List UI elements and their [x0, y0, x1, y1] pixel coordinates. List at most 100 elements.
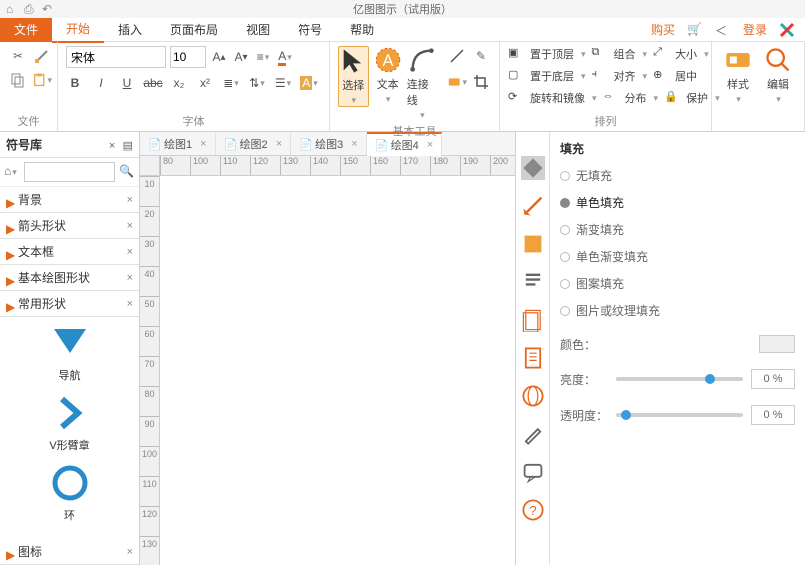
color-swatch[interactable]: [759, 335, 795, 353]
help-tab-icon[interactable]: ?: [521, 498, 545, 522]
edit-tab-icon[interactable]: [521, 422, 545, 446]
italic-button[interactable]: I: [92, 74, 110, 92]
ruler-origin[interactable]: [140, 156, 160, 176]
bring-front-label[interactable]: 置于顶层: [530, 46, 574, 62]
horizontal-ruler[interactable]: 80100110120130140150160170180190200: [160, 156, 515, 176]
cat-text-box[interactable]: ▶文本框×: [0, 239, 139, 265]
vertical-ruler[interactable]: 102030405060708090100110120130140: [140, 176, 160, 565]
copy-icon[interactable]: [8, 70, 28, 90]
qa-print-icon[interactable]: ⎙: [24, 2, 38, 16]
brightness-slider[interactable]: [616, 377, 743, 381]
group-icon[interactable]: ⧉: [592, 46, 608, 62]
line-icon[interactable]: [447, 46, 467, 66]
fill-opt-none[interactable]: 无填充: [560, 167, 795, 184]
text-color-icon[interactable]: A▾: [276, 48, 294, 66]
qa-undo-icon[interactable]: ↶: [42, 2, 56, 16]
close-icon[interactable]: ×: [427, 139, 433, 151]
bullets-icon[interactable]: ≣▾: [222, 74, 240, 92]
align-icon[interactable]: ⫞: [592, 68, 608, 84]
font-family-select[interactable]: [66, 46, 166, 68]
size-label[interactable]: 大小: [675, 46, 697, 62]
cat-common-shapes[interactable]: ▶常用形状×: [0, 291, 139, 317]
qa-home-icon[interactable]: ⌂: [6, 2, 20, 16]
close-icon[interactable]: ×: [127, 246, 133, 258]
cat-background[interactable]: ▶背景×: [0, 187, 139, 213]
center-label[interactable]: 居中: [675, 68, 697, 84]
shape-icon[interactable]: ▾: [447, 72, 467, 92]
rotate-label[interactable]: 旋转和镜像: [530, 90, 585, 106]
file-menu[interactable]: 文件: [0, 17, 52, 42]
menu-view[interactable]: 视图: [232, 17, 284, 42]
align-label[interactable]: 对齐: [614, 68, 636, 84]
distribute-icon[interactable]: ⇔: [603, 90, 619, 106]
globe-tab-icon[interactable]: [521, 384, 545, 408]
comment-tab-icon[interactable]: [521, 460, 545, 484]
highlight-icon[interactable]: A▾: [300, 74, 318, 92]
style-tool[interactable]: 样式▾: [720, 46, 756, 105]
bring-front-icon[interactable]: ▣: [508, 46, 524, 62]
paste-icon[interactable]: ▾: [32, 70, 52, 90]
shape-navigation[interactable]: 导航: [50, 323, 90, 383]
symbol-search-input[interactable]: [24, 162, 115, 182]
panel-close-icon[interactable]: ×: [109, 140, 115, 152]
subscript-button[interactable]: x₂: [170, 74, 188, 92]
cat-basic-shapes[interactable]: ▶基本绘图形状×: [0, 265, 139, 291]
superscript-button[interactable]: x²: [196, 74, 214, 92]
menu-insert[interactable]: 插入: [104, 17, 156, 42]
close-icon[interactable]: ×: [351, 138, 357, 150]
close-icon[interactable]: ×: [276, 138, 282, 150]
cat-arrow-shapes[interactable]: ▶箭头形状×: [0, 213, 139, 239]
text-tab-icon[interactable]: [521, 270, 545, 294]
group-label[interactable]: 组合: [614, 46, 636, 62]
fill-opt-solid[interactable]: 单色填充: [560, 194, 795, 211]
connector-tool[interactable]: 连接线 ▾: [407, 46, 437, 121]
protect-icon[interactable]: 🔒: [664, 90, 680, 106]
opacity-slider[interactable]: [616, 413, 743, 417]
opacity-value[interactable]: 0 %: [751, 405, 795, 425]
decrease-font-icon[interactable]: A▾: [232, 48, 250, 66]
strike-button[interactable]: abc: [144, 74, 162, 92]
font-size-select[interactable]: [170, 46, 206, 68]
close-icon[interactable]: ×: [200, 138, 206, 150]
close-icon[interactable]: ×: [127, 298, 133, 310]
shape-ring[interactable]: 环: [50, 463, 90, 523]
shape-chevron[interactable]: V形臂章: [49, 393, 89, 453]
fill-tab-icon[interactable]: [521, 156, 545, 180]
brightness-value[interactable]: 0 %: [751, 369, 795, 389]
fill-opt-mono-gradient[interactable]: 单色渐变填充: [560, 248, 795, 265]
send-back-label[interactable]: 置于底层: [530, 68, 574, 84]
send-back-icon[interactable]: ▢: [508, 68, 524, 84]
drawing-canvas[interactable]: [160, 176, 515, 565]
doc-tab-2[interactable]: 📄绘图2×: [216, 133, 292, 155]
buy-link[interactable]: 购买: [651, 21, 675, 38]
underline-button[interactable]: U: [118, 74, 136, 92]
page-tab-icon[interactable]: [521, 346, 545, 370]
doc-tab-1[interactable]: 📄绘图1×: [140, 133, 216, 155]
login-link[interactable]: 登录: [743, 21, 767, 38]
text-align-v-icon[interactable]: ☰▾: [274, 74, 292, 92]
home-icon[interactable]: ⌂▾: [4, 164, 20, 180]
cat-icons[interactable]: ▶图标×: [0, 539, 139, 565]
center-icon[interactable]: ⊕: [653, 68, 669, 84]
select-tool[interactable]: 选择 ▾: [338, 46, 369, 107]
line-tab-icon[interactable]: [521, 194, 545, 218]
size-icon[interactable]: ⤢: [653, 46, 669, 62]
layers-tab-icon[interactable]: [521, 308, 545, 332]
line-spacing-icon[interactable]: ⇅▾: [248, 74, 266, 92]
search-icon[interactable]: 🔍: [119, 164, 135, 180]
rotate-icon[interactable]: ⟳: [508, 90, 524, 106]
edit-tool[interactable]: 编辑▾: [760, 46, 796, 105]
menu-page-layout[interactable]: 页面布局: [156, 17, 232, 42]
close-icon[interactable]: ×: [127, 194, 133, 206]
pencil-icon[interactable]: ✎: [471, 46, 491, 66]
text-align-h-icon[interactable]: ≡▾: [254, 48, 272, 66]
cart-icon[interactable]: 🛒: [687, 22, 703, 38]
shape-tab-icon[interactable]: [521, 232, 545, 256]
close-icon[interactable]: ×: [127, 220, 133, 232]
close-icon[interactable]: ×: [127, 546, 133, 558]
close-icon[interactable]: ×: [127, 272, 133, 284]
text-tool[interactable]: A 文本 ▾: [373, 46, 403, 105]
increase-font-icon[interactable]: A▴: [210, 48, 228, 66]
protect-label[interactable]: 保护: [686, 90, 708, 106]
fill-opt-gradient[interactable]: 渐变填充: [560, 221, 795, 238]
